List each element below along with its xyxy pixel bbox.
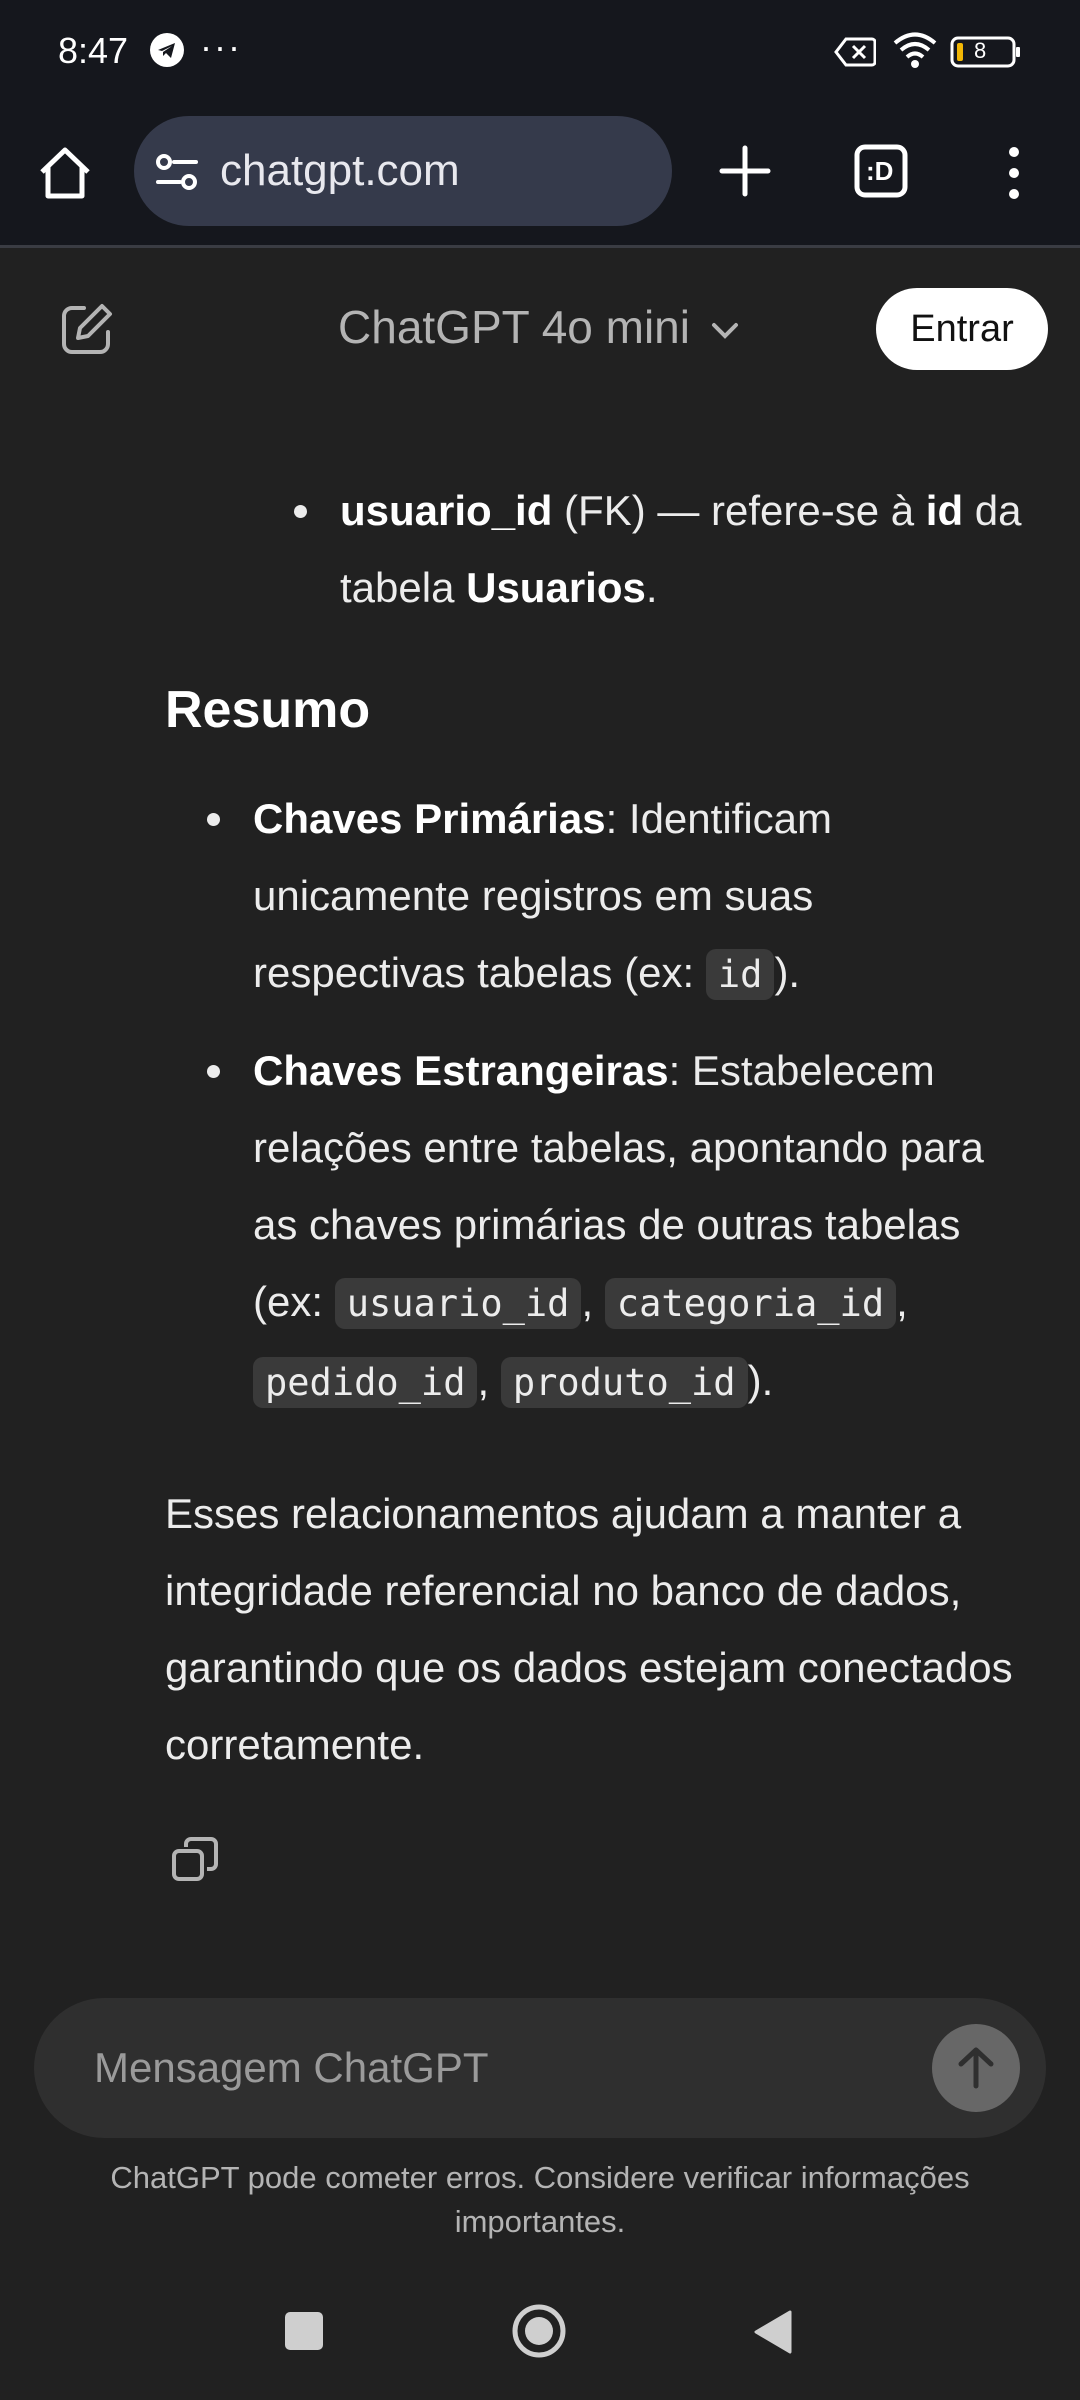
wifi-icon xyxy=(893,32,937,68)
home-icon[interactable] xyxy=(36,144,94,202)
list-item: Chaves Primárias: Identificam unicamente… xyxy=(207,780,1033,1013)
status-more: ··· xyxy=(200,26,242,67)
message-input[interactable] xyxy=(94,2040,914,2096)
inline-code: produto_id xyxy=(500,1357,748,1408)
send-button[interactable] xyxy=(932,2024,1020,2112)
list-item: Chaves Estrangeiras: Estabelecem relaçõe… xyxy=(207,1032,1033,1421)
no-sound-icon xyxy=(834,37,876,67)
overflow-menu-icon[interactable] xyxy=(1000,144,1028,202)
home-nav-icon[interactable] xyxy=(510,2302,568,2360)
list-item: usuario_id (FK) — refere-se à id da tabe… xyxy=(294,472,1030,626)
tab-switcher-label: :D xyxy=(866,156,894,186)
chat-header: ChatGPT 4o mini Entrar xyxy=(0,250,1080,408)
telegram-icon xyxy=(150,33,184,67)
arrow-up-icon xyxy=(958,2047,994,2089)
battery-level: 8 xyxy=(974,38,987,63)
battery-icon: 8 xyxy=(950,36,1022,68)
new-tab-icon[interactable] xyxy=(718,144,772,198)
back-icon[interactable] xyxy=(752,2308,794,2356)
inline-code: id xyxy=(705,949,775,1000)
disclaimer: ChatGPT pode cometer erros. Considere ve… xyxy=(110,2160,970,2239)
site-settings-icon[interactable] xyxy=(154,152,200,192)
inline-code: categoria_id xyxy=(604,1278,897,1329)
browser-toolbar: chatgpt.com :D xyxy=(0,104,1080,248)
status-bar: 8:47 ··· 8 xyxy=(0,0,1080,104)
section-heading: Resumo xyxy=(165,681,371,739)
recents-icon[interactable] xyxy=(285,2312,323,2350)
url-text: chatgpt.com xyxy=(220,146,460,195)
system-nav-bar xyxy=(0,2270,1080,2400)
inline-code: usuario_id xyxy=(334,1278,582,1329)
copy-icon[interactable] xyxy=(170,1835,220,1885)
inline-code: pedido_id xyxy=(253,1357,478,1408)
chevron-down-icon xyxy=(711,322,738,339)
message-composer xyxy=(34,1998,1046,2138)
closing-paragraph: Esses relacionamentos ajudam a manter a … xyxy=(165,1490,1013,1768)
address-bar[interactable]: chatgpt.com xyxy=(134,116,672,226)
conversation: tabela Produtos. usuario_id (FK) — refer… xyxy=(0,380,1080,1920)
login-button[interactable]: Entrar xyxy=(876,288,1048,370)
status-time: 8:47 xyxy=(58,30,129,71)
tab-switcher-button[interactable]: :D xyxy=(852,142,910,200)
model-name: ChatGPT 4o mini xyxy=(338,301,690,353)
